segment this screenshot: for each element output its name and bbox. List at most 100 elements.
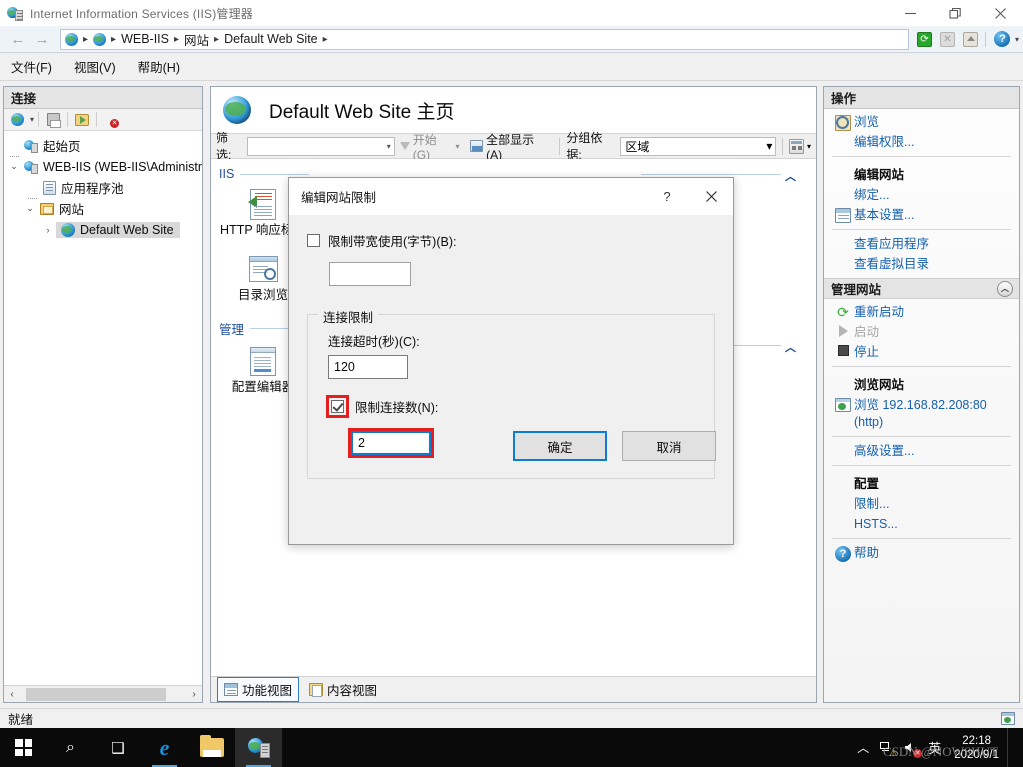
no-icon — [832, 495, 854, 497]
volume-icon[interactable]: ✕ — [899, 728, 923, 767]
dialog-help-button[interactable]: ? — [645, 178, 689, 215]
limit-connections-checkbox[interactable] — [331, 400, 344, 413]
refresh-icon: ⟳ — [916, 31, 932, 47]
tree-item-app-pools[interactable]: 应用程序池 — [4, 177, 202, 199]
action-restart[interactable]: ⟳ 重新启动 — [824, 302, 1019, 322]
taskbar-clock[interactable]: 22:18 2020/9/1 — [946, 734, 1007, 762]
network-icon[interactable]: ⚠ — [875, 728, 899, 767]
chevron-down-icon[interactable]: ▾ — [807, 142, 811, 151]
dialog-close-button[interactable] — [689, 178, 733, 215]
action-bindings[interactable]: 绑定... — [824, 185, 1019, 205]
forward-button[interactable]: → — [30, 29, 54, 49]
breadcrumb-server[interactable]: WEB-IIS — [121, 32, 169, 46]
chevron-down-icon[interactable]: ▾ — [455, 142, 459, 151]
connect-to-icon[interactable] — [7, 110, 27, 129]
connections-hscrollbar[interactable]: ‹ › — [4, 685, 202, 702]
tab-label: 内容视图 — [327, 684, 378, 698]
status-right — [1001, 712, 1015, 725]
breadcrumb[interactable]: ▸ ▸ WEB-IIS ▸ 网站 ▸ Default Web Site ▸ — [60, 28, 909, 50]
filter-input[interactable]: ▾ — [246, 136, 395, 156]
close-button[interactable] — [978, 0, 1023, 26]
chevron-down-icon[interactable]: ▾ — [30, 115, 34, 124]
action-view-applications[interactable]: 查看应用程序 — [824, 234, 1019, 254]
search-button[interactable]: ⌕ — [47, 728, 94, 767]
action-section-manage-site[interactable]: 管理网站 ︿ — [824, 278, 1019, 299]
back-button[interactable]: ← — [6, 29, 30, 49]
actions-list: 浏览 编辑权限... 编辑网站 绑定... 基本设置... 查看应用程序 查看虚… — [824, 109, 1019, 702]
chevron-up-icon[interactable]: ︿ — [997, 280, 1013, 297]
open-site-icon[interactable] — [72, 110, 92, 129]
group-collapse-icon[interactable]: ︿ — [785, 168, 796, 184]
chevron-down-icon[interactable]: ⌄ — [6, 161, 22, 172]
menu-view[interactable]: 视图(V) — [63, 53, 127, 80]
minimize-button[interactable] — [888, 0, 933, 26]
tree-item-server[interactable]: ⌄ WEB-IIS (WEB-IIS\Administr — [4, 156, 202, 177]
task-view-button[interactable]: ❑ — [94, 728, 141, 767]
view-mode-icon[interactable] — [789, 138, 804, 154]
bandwidth-limit-input[interactable] — [329, 262, 411, 286]
action-view-virtual-directories[interactable]: 查看虚拟目录 — [824, 254, 1019, 274]
group-collapse-icon[interactable]: ︿ — [785, 339, 796, 355]
action-hsts[interactable]: HSTS... — [824, 514, 1019, 534]
start-button[interactable] — [0, 728, 47, 767]
chevron-down-icon[interactable]: ⌄ — [22, 203, 38, 214]
tree-item-sites[interactable]: ⌄ 网站 — [4, 198, 202, 219]
divider — [67, 112, 69, 127]
ok-button[interactable]: 确定 — [513, 431, 607, 461]
action-limits[interactable]: 限制... — [824, 494, 1019, 514]
refresh-button[interactable]: ⟳ — [914, 29, 935, 50]
breadcrumb-site[interactable]: Default Web Site — [224, 32, 318, 46]
filter-go-button[interactable]: 开始(G) ▾ — [395, 131, 465, 162]
taskbar-file-explorer[interactable] — [188, 728, 235, 767]
tree-item-default-web-site[interactable]: › Default Web Site — [4, 219, 202, 240]
tree-item-start-page[interactable]: 起始页 — [4, 135, 202, 157]
help-button[interactable]: ? — [992, 29, 1013, 50]
ime-indicator[interactable]: 英 — [923, 738, 946, 757]
chevron-down-icon[interactable]: ▾ — [387, 142, 391, 151]
tray-expand-icon[interactable]: ︿ — [851, 728, 875, 767]
action-label: 绑定... — [854, 188, 890, 202]
chevron-down-icon[interactable]: ▾ — [766, 139, 772, 153]
page-title: Default Web Site 主页 — [211, 87, 816, 133]
menu-file[interactable]: 文件(F) — [0, 53, 63, 80]
browse-site-icon — [832, 396, 854, 412]
taskbar-internet-explorer[interactable]: e — [141, 728, 188, 767]
connection-timeout-input[interactable]: 120 — [328, 355, 408, 379]
bandwidth-limit-checkbox[interactable] — [307, 234, 320, 247]
action-basic-settings[interactable]: 基本设置... — [824, 205, 1019, 225]
content-view-icon — [309, 683, 324, 697]
breadcrumb-sites[interactable]: 网站 — [184, 30, 209, 49]
server-icon — [22, 160, 40, 174]
show-all-button[interactable]: 全部显示(A) — [465, 131, 554, 162]
cancel-button[interactable]: 取消 — [622, 431, 716, 461]
action-advanced-settings[interactable]: 高级设置... — [824, 441, 1019, 461]
action-browse-site-url[interactable]: 浏览 192.168.82.208:80 (http) — [824, 395, 1019, 432]
divider — [782, 137, 784, 155]
scroll-left-button[interactable]: ‹ — [4, 689, 20, 700]
show-all-icon — [469, 140, 484, 152]
scroll-track[interactable] — [20, 687, 186, 701]
action-label: 限制... — [854, 497, 890, 511]
disconnect-icon[interactable]: ✕ — [101, 110, 121, 129]
group-name: IIS — [219, 167, 235, 181]
show-desktop-button[interactable] — [1007, 728, 1019, 767]
action-browse[interactable]: 浏览 — [824, 112, 1019, 132]
window-controls — [888, 0, 1023, 26]
action-stop[interactable]: 停止 — [824, 342, 1019, 362]
home-button[interactable] — [960, 29, 981, 50]
restore-button[interactable] — [933, 0, 978, 26]
menu-help[interactable]: 帮助(H) — [127, 53, 191, 80]
action-edit-permissions[interactable]: 编辑权限... — [824, 132, 1019, 152]
group-by-select[interactable]: 区域 ▾ — [620, 136, 777, 156]
stop-button[interactable]: ✕ — [937, 29, 958, 50]
save-connections-icon[interactable] — [43, 110, 63, 129]
scroll-right-button[interactable]: › — [186, 689, 202, 700]
tab-content-view[interactable]: 内容视图 — [303, 678, 383, 701]
tab-features-view[interactable]: 功能视图 — [217, 677, 300, 702]
chevron-down-icon[interactable]: ▾ — [1015, 35, 1019, 44]
taskbar-iis-manager[interactable] — [235, 728, 282, 767]
no-icon — [832, 442, 854, 444]
scroll-thumb[interactable] — [26, 687, 166, 701]
action-help[interactable]: ? 帮助 — [824, 543, 1019, 563]
chevron-right-icon[interactable]: › — [40, 225, 56, 235]
